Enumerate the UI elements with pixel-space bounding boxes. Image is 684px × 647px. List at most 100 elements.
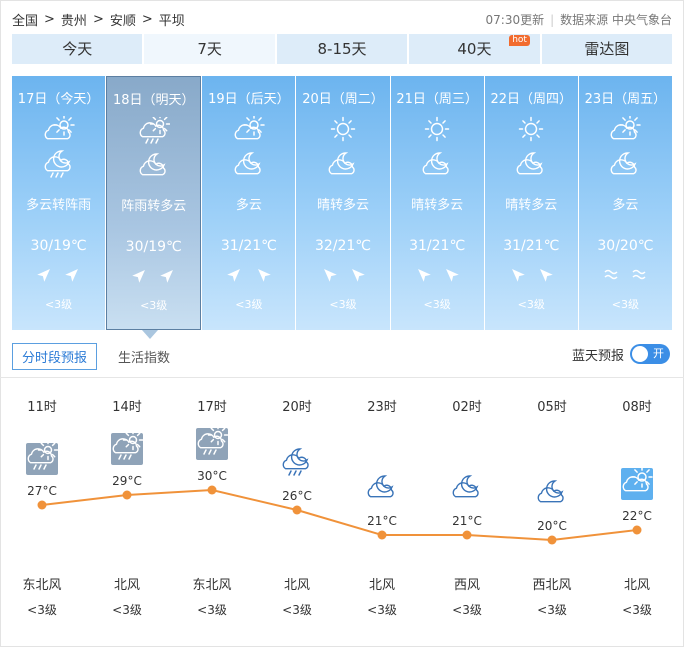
hour-label: 02时 bbox=[452, 400, 482, 415]
day-card[interactable]: 20日（周二） 晴转多云 32/21℃ <3级 bbox=[296, 76, 390, 330]
day-temperature: 30/19℃ bbox=[125, 239, 182, 255]
night-cloudy-icon bbox=[515, 150, 547, 178]
sunny-icon bbox=[515, 116, 547, 142]
day-date: 18日（明天） bbox=[112, 93, 195, 108]
variable-wind-icon bbox=[603, 266, 619, 282]
day-temperature: 31/21℃ bbox=[220, 238, 277, 254]
temperature-label: 29°C bbox=[112, 474, 142, 488]
temperature-label: 27°C bbox=[27, 484, 57, 498]
hour-wind-level: <3级 bbox=[452, 603, 482, 617]
blue-sky-label: 蓝天预报 bbox=[571, 348, 624, 364]
day-weather-desc: 晴转多云 bbox=[411, 198, 464, 213]
tab-hourly-forecast[interactable]: 分时段预报 bbox=[12, 343, 98, 370]
northeast-arrow-icon bbox=[64, 266, 81, 282]
hour-label: 17时 bbox=[197, 400, 227, 415]
day-wind-icons bbox=[485, 266, 578, 282]
partly-cloudy-icon bbox=[609, 114, 642, 142]
hour-label: 20时 bbox=[282, 400, 312, 415]
hour-wind-direction: 东北风 bbox=[22, 578, 62, 593]
tab-8-15-days[interactable]: 8-15天 bbox=[276, 34, 408, 64]
temperature-label: 22°C bbox=[622, 509, 652, 523]
day-card[interactable]: 21日（周三） 晴转多云 31/21℃ <3级 bbox=[390, 76, 484, 330]
hourly-column: 11时 东北风 <3级 bbox=[12, 378, 72, 647]
day-date: 21日（周三） bbox=[396, 92, 478, 107]
tab-life-index[interactable]: 生活指数 bbox=[109, 344, 179, 369]
night-cloudy-icon bbox=[451, 473, 483, 505]
toggle-knob bbox=[632, 346, 648, 362]
day-wind-icons bbox=[296, 266, 389, 282]
sub-tabs: 分时段预报 生活指数 bbox=[12, 343, 179, 370]
day-temperature: 32/21℃ bbox=[314, 238, 372, 254]
sunny-icon bbox=[421, 116, 453, 142]
night-cloudy-icon bbox=[421, 150, 453, 178]
blue-sky-toggle[interactable]: 开 bbox=[630, 344, 670, 364]
day-wind-level: <3级 bbox=[140, 299, 168, 312]
hourly-column: 20时 北风 <3级 bbox=[267, 378, 327, 647]
northwest-arrow-icon bbox=[349, 266, 365, 282]
hourly-column: 05时 西北风 <3级 bbox=[522, 378, 582, 647]
day-card[interactable]: 23日（周五） 多云 30/20℃ <3级 bbox=[578, 76, 672, 330]
day-wind-icons bbox=[202, 266, 295, 282]
hourly-column: 14时 北风 <3级 bbox=[97, 378, 157, 647]
hour-wind-direction: 北风 bbox=[283, 578, 310, 593]
tab-radar[interactable]: 雷达图 bbox=[541, 34, 673, 64]
day-card[interactable]: 18日（明天） 阵雨转多云 30/19℃ <3级 bbox=[106, 76, 202, 330]
breadcrumb-item-city[interactable]: 安顺 bbox=[110, 10, 136, 29]
tab-today[interactable]: 今天 bbox=[12, 34, 143, 64]
day-card[interactable]: 19日（后天） 多云 31/21℃ <3级 bbox=[202, 76, 296, 330]
northwest-arrow-icon bbox=[321, 266, 337, 282]
selected-day-pointer bbox=[142, 330, 158, 339]
temperature-label: 21°C bbox=[367, 514, 397, 528]
day-temperature: 31/21℃ bbox=[409, 238, 466, 254]
hourly-column: 23时 北风 <3级 bbox=[352, 378, 412, 647]
tab-7-days[interactable]: 7天 bbox=[144, 34, 275, 64]
breadcrumb-item-country[interactable]: 全国 bbox=[12, 10, 38, 29]
data-source: 数据来源 中央气象台 bbox=[560, 13, 672, 27]
day-card[interactable]: 22日（周四） 晴转多云 31/21℃ <3级 bbox=[484, 76, 578, 330]
toggle-label: 开 bbox=[653, 347, 664, 360]
northeast-arrow-icon bbox=[36, 266, 53, 282]
night-cloudy-icon bbox=[536, 478, 568, 510]
day-temperature: 31/21℃ bbox=[503, 238, 560, 254]
partly-cloudy-icon bbox=[43, 114, 75, 142]
hot-badge: hot bbox=[509, 35, 530, 46]
hour-label: 08时 bbox=[622, 400, 652, 415]
day-date: 22日（周四） bbox=[490, 92, 573, 107]
hour-label: 05时 bbox=[537, 400, 567, 415]
hourly-forecast-chart: 11时 东北风 <3级 27°C 14时 北风 <3级 29°C 17时 东北风 <… bbox=[0, 378, 684, 647]
hour-wind-level: <3级 bbox=[112, 603, 142, 617]
temperature-label: 26°C bbox=[282, 489, 312, 503]
day-wind-level: <3级 bbox=[329, 298, 357, 311]
night-cloudy-icon bbox=[138, 151, 170, 179]
day-weather-desc: 多云 bbox=[235, 198, 262, 213]
hour-wind-direction: 东北风 bbox=[192, 578, 232, 593]
hour-wind-direction: 北风 bbox=[623, 578, 650, 593]
hour-wind-level: <3级 bbox=[282, 603, 312, 617]
hour-wind-level: <3级 bbox=[197, 603, 227, 617]
tab-label: 雷达图 bbox=[584, 40, 630, 58]
day-date: 17日（今天） bbox=[17, 92, 100, 107]
breadcrumb-item-province[interactable]: 贵州 bbox=[61, 10, 87, 29]
day-weather-desc: 晴转多云 bbox=[505, 198, 558, 213]
hour-wind-level: <3级 bbox=[537, 603, 567, 617]
night-cloudy-icon bbox=[609, 150, 641, 178]
hour-wind-level: <3级 bbox=[622, 603, 652, 617]
partly-cloudy-icon bbox=[233, 114, 265, 142]
northeast-arrow-icon bbox=[159, 267, 176, 283]
day-weather-desc: 多云转阵雨 bbox=[26, 198, 92, 213]
hour-wind-direction: 北风 bbox=[368, 578, 395, 593]
northwest-arrow-icon bbox=[415, 266, 431, 282]
hour-wind-direction: 西北风 bbox=[532, 578, 572, 593]
day-temperature: 30/20℃ bbox=[597, 238, 654, 254]
shower-icon bbox=[138, 113, 170, 144]
northwest-arrow-icon bbox=[255, 266, 271, 282]
hour-label: 11时 bbox=[27, 400, 57, 415]
northeast-arrow-icon bbox=[227, 266, 243, 282]
breadcrumb: 全国 > 贵州 > 安顺 > 平坝 bbox=[12, 10, 185, 29]
meta-divider: | bbox=[550, 12, 555, 27]
day-wind-level: <3级 bbox=[611, 298, 640, 311]
day-wind-icons bbox=[579, 266, 672, 282]
night-cloudy-icon bbox=[366, 473, 398, 505]
tab-40-days[interactable]: 40天 hot bbox=[409, 34, 540, 64]
day-card[interactable]: 17日（今天） 多云转阵雨 30/19℃ <3级 bbox=[12, 76, 106, 330]
